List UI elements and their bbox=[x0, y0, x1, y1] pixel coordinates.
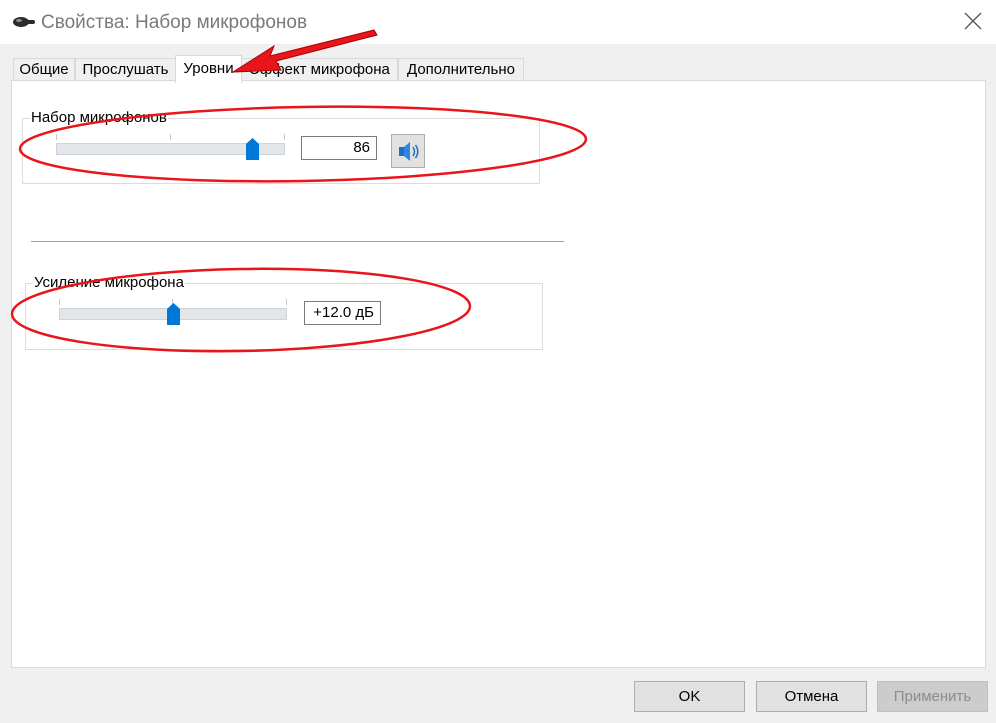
tab-listen[interactable]: Прослушать bbox=[75, 58, 176, 81]
microphone-boost-thumb[interactable] bbox=[167, 303, 180, 325]
microphone-boost-label: Усиление микрофона bbox=[33, 274, 185, 291]
slider-tick bbox=[170, 134, 171, 140]
slider-tick bbox=[59, 299, 60, 305]
microphone-boost-value[interactable]: +12.0 дБ bbox=[304, 301, 381, 325]
microphone-level-label: Набор микрофонов bbox=[30, 109, 168, 126]
tab-general[interactable]: Общие bbox=[13, 58, 75, 81]
title-bar: Свойства: Набор микрофонов bbox=[0, 0, 996, 44]
cancel-button[interactable]: Отмена bbox=[756, 681, 867, 712]
close-button[interactable] bbox=[951, 0, 996, 44]
microphone-level-value[interactable]: 86 bbox=[301, 136, 377, 160]
mute-button[interactable] bbox=[391, 134, 425, 168]
close-icon bbox=[964, 12, 982, 30]
ok-button[interactable]: OK bbox=[634, 681, 745, 712]
separator bbox=[31, 241, 564, 242]
microphone-level-thumb[interactable] bbox=[246, 138, 259, 160]
slider-tick bbox=[284, 134, 285, 140]
microphone-icon bbox=[13, 17, 35, 27]
window-title: Свойства: Набор микрофонов bbox=[41, 12, 308, 33]
tab-advanced[interactable]: Дополнительно bbox=[398, 58, 524, 81]
tab-microphone-effects[interactable]: Эффект микрофона bbox=[241, 58, 398, 81]
slider-tick bbox=[56, 134, 57, 140]
apply-button[interactable]: Применить bbox=[877, 681, 988, 712]
speaker-icon bbox=[399, 142, 419, 161]
tab-levels[interactable]: Уровни bbox=[175, 55, 242, 83]
microphone-boost-slider[interactable] bbox=[59, 299, 287, 329]
slider-tick bbox=[286, 299, 287, 305]
microphone-level-slider[interactable] bbox=[56, 134, 285, 164]
